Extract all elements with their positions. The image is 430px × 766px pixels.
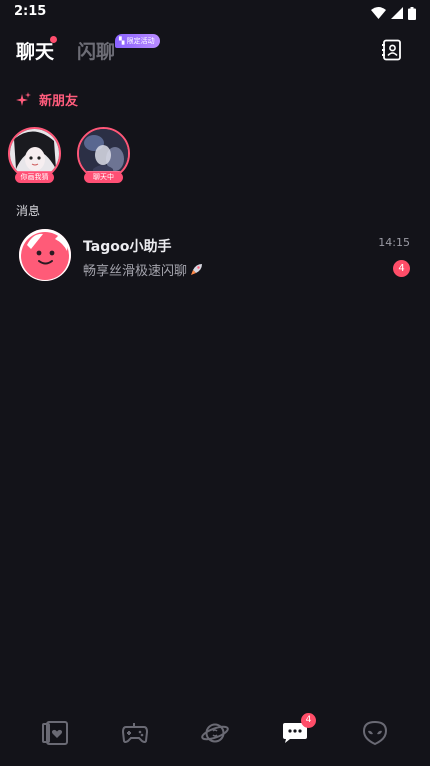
- flash-badge-label: 限定活动: [126, 37, 155, 45]
- battery-icon: [408, 6, 416, 20]
- nav-explore[interactable]: [201, 720, 229, 746]
- conversation-list-item[interactable]: Tagoo小助手 畅享丝滑极速闪聊 14:15 4: [0, 225, 430, 287]
- nav-profile[interactable]: [361, 720, 389, 746]
- nav-unread-badge: 4: [301, 713, 316, 728]
- nav-cards[interactable]: [41, 720, 69, 746]
- contacts-icon[interactable]: [381, 39, 403, 61]
- friend-status-tag: 聊天中: [84, 172, 123, 183]
- friend-status-tag: 你画我猜: [15, 172, 54, 183]
- new-friends-label: 新朋友: [39, 93, 79, 109]
- rocket-icon: [191, 264, 203, 275]
- new-friends-list: 你画我猜 聊天中: [8, 127, 130, 185]
- status-bar: 2:15: [0, 0, 430, 26]
- unread-count-badge: 4: [393, 260, 410, 277]
- header: 聊天 闪聊 ▚ 限定活动: [0, 34, 430, 68]
- nav-messages[interactable]: 4: [281, 713, 316, 746]
- status-icons: [371, 6, 416, 20]
- messages-section-title: 消息: [16, 204, 41, 218]
- avatar: [19, 229, 71, 281]
- planet-icon: [201, 723, 229, 743]
- conversation-name: Tagoo小助手: [83, 239, 172, 255]
- status-time: 2:15: [14, 4, 47, 19]
- alien-icon: [362, 720, 388, 746]
- gamepad-icon: [121, 723, 149, 743]
- tab-flash-chat[interactable]: 闪聊: [77, 37, 115, 64]
- wifi-icon: [371, 7, 386, 19]
- conversation-preview: 畅享丝滑极速闪聊: [83, 260, 203, 279]
- conversation-time: 14:15: [378, 236, 410, 249]
- conversation-preview-text: 畅享丝滑极速闪聊: [83, 264, 188, 279]
- tab-chat[interactable]: 聊天: [16, 37, 54, 64]
- tab-chat-notification-dot: [50, 36, 57, 43]
- flash-chat-badge: ▚ 限定活动: [115, 34, 160, 48]
- sparkle-icon: [16, 91, 31, 106]
- bottom-navigation: 4: [0, 706, 430, 758]
- friend-avatar-item[interactable]: 聊天中: [77, 127, 130, 185]
- nav-games[interactable]: [121, 720, 149, 746]
- new-friends-header[interactable]: 新朋友: [16, 88, 78, 110]
- signal-icon: [391, 7, 403, 19]
- friend-avatar-item[interactable]: 你画我猜: [8, 127, 61, 185]
- flag-icon: ▚: [119, 37, 125, 45]
- cards-icon: [42, 721, 68, 745]
